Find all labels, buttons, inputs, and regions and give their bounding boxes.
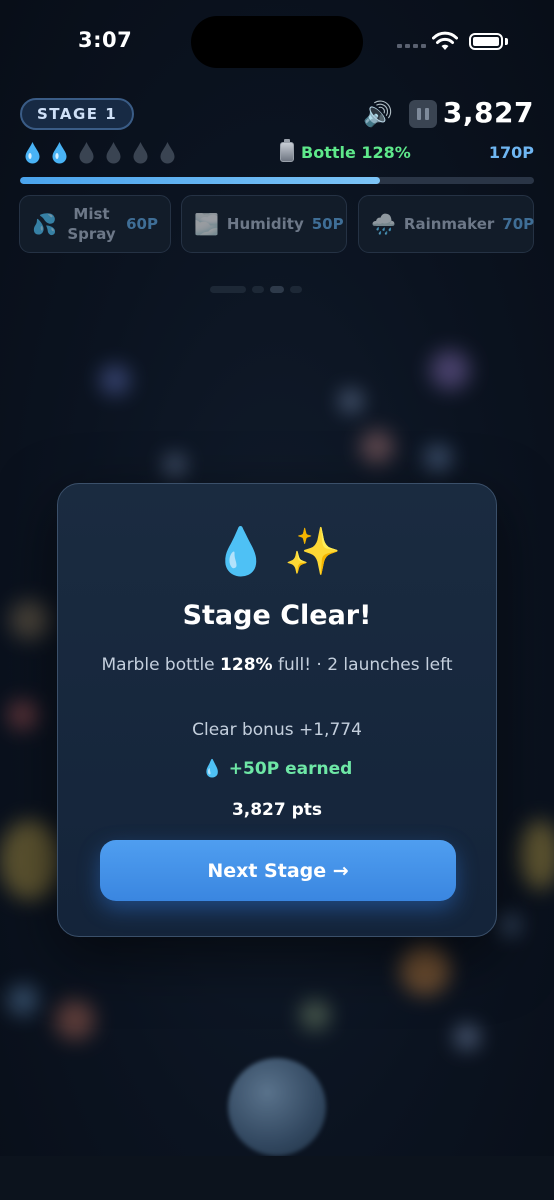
score: 3,827 bbox=[442, 96, 534, 129]
status-time: 3:07 bbox=[78, 28, 133, 52]
bottle-icon bbox=[280, 139, 294, 162]
dialog-title: Stage Clear! bbox=[182, 600, 372, 631]
desc-percent: 128% bbox=[220, 655, 273, 675]
drop-empty-icon bbox=[160, 142, 175, 164]
launcher-ball[interactable] bbox=[228, 1058, 326, 1156]
bottle-status: Bottle 128% bbox=[280, 139, 411, 162]
drop-filled-icon bbox=[25, 142, 40, 164]
power-cost: 60P bbox=[126, 215, 158, 233]
power-cost: 70P bbox=[502, 215, 535, 233]
dynamic-island bbox=[191, 16, 363, 68]
clear-bonus: Clear bonus +1,774 bbox=[192, 720, 362, 740]
drop-filled-icon bbox=[52, 142, 67, 164]
stage-progress-fill bbox=[20, 177, 380, 184]
mist-spray-icon: 💦 bbox=[32, 212, 57, 236]
drop-empty-icon bbox=[133, 142, 148, 164]
points-balance: 170P bbox=[488, 143, 534, 162]
humidity-button[interactable]: 🌫️ Humidity 50P bbox=[181, 195, 347, 253]
rainmaker-icon: 🌧️ bbox=[371, 212, 396, 236]
battery-cap bbox=[505, 38, 508, 45]
stage-badge: STAGE 1 bbox=[20, 98, 135, 130]
next-stage-button[interactable]: Next Stage → bbox=[100, 840, 456, 901]
drop-empty-icon bbox=[79, 142, 94, 164]
power-label: Mist Spray bbox=[67, 205, 116, 243]
cellular-signal-icon bbox=[397, 44, 426, 48]
pause-button[interactable] bbox=[409, 100, 437, 128]
power-label: Humidity bbox=[226, 215, 304, 233]
bottle-label: Bottle 128% bbox=[301, 142, 411, 162]
stage-progress-bar bbox=[20, 177, 534, 184]
dialog-description: Marble bottle 128% full! · 2 launches le… bbox=[98, 652, 456, 678]
points-earned: 💧 +50P earned bbox=[201, 759, 353, 779]
power-label: Rainmaker bbox=[403, 215, 495, 233]
humidity-icon: 🌫️ bbox=[194, 212, 219, 236]
battery-icon bbox=[469, 33, 503, 50]
mist-spray-button[interactable]: 💦 Mist Spray 60P bbox=[19, 195, 171, 253]
bottom-bar bbox=[0, 1156, 554, 1200]
speaker-icon[interactable]: 🔊 bbox=[363, 100, 393, 128]
celebration-icon: 💧 ✨ bbox=[212, 524, 342, 578]
drop-meter bbox=[24, 141, 176, 164]
rainmaker-button[interactable]: 🌧️ Rainmaker 70P bbox=[358, 195, 534, 253]
desc-prefix: Marble bottle bbox=[101, 655, 221, 675]
desc-suffix: full! · 2 launches left bbox=[272, 655, 453, 675]
total-points: 3,827 pts bbox=[231, 800, 323, 820]
wifi-icon bbox=[432, 31, 458, 50]
page-indicator bbox=[210, 286, 302, 293]
stage-clear-dialog: 💧 ✨ Stage Clear! Marble bottle 128% full… bbox=[57, 483, 497, 937]
power-cost: 50P bbox=[311, 215, 344, 233]
drop-empty-icon bbox=[106, 142, 121, 164]
